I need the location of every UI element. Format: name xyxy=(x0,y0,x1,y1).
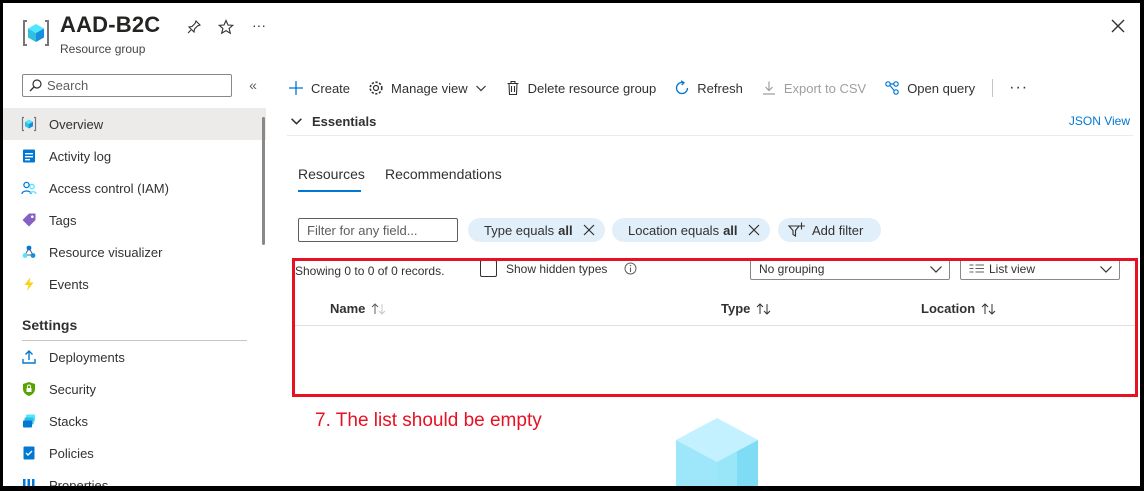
sidebar-item-label: Deployments xyxy=(49,349,125,365)
empty-state-cube-icon xyxy=(676,418,758,486)
sidebar: « Overview Activity log Access control (… xyxy=(3,69,268,486)
sidebar-item-security[interactable]: Security xyxy=(3,373,266,405)
gear-icon xyxy=(367,79,385,97)
sidebar-item-stacks[interactable]: Stacks xyxy=(3,405,266,437)
sidebar-item-policies[interactable]: Policies xyxy=(3,437,266,469)
query-icon xyxy=(883,79,901,97)
open-query-button[interactable]: Open query xyxy=(883,79,975,97)
more-options-button[interactable]: ··· xyxy=(249,15,269,35)
refresh-label: Refresh xyxy=(697,80,743,96)
sidebar-item-tags[interactable]: Tags xyxy=(3,204,266,236)
sidebar-item-label: Resource visualizer xyxy=(49,244,163,260)
page-subtitle: Resource group xyxy=(60,42,146,56)
create-label: Create xyxy=(311,80,351,96)
sidebar-item-access-control[interactable]: Access control (IAM) xyxy=(3,172,266,204)
more-commands-button[interactable]: ··· xyxy=(1009,79,1028,97)
json-view-link[interactable]: JSON View xyxy=(1069,114,1130,128)
add-filter-button[interactable]: Add filter xyxy=(778,218,882,242)
open-query-label: Open query xyxy=(907,80,976,96)
main-content: Create Manage view Delete resource group… xyxy=(287,69,1140,486)
sidebar-item-label: Tags xyxy=(49,212,77,228)
delete-label: Delete resource group xyxy=(527,80,657,96)
active-tab-indicator xyxy=(298,190,361,192)
people-icon xyxy=(20,179,38,197)
search-input[interactable] xyxy=(47,77,227,94)
collapse-sidebar-icon[interactable]: « xyxy=(245,77,261,93)
add-filter-icon xyxy=(788,222,805,237)
sidebar-item-resource-visualizer[interactable]: Resource visualizer xyxy=(3,236,266,268)
type-filter-pill[interactable]: Type equals all xyxy=(468,218,605,242)
sidebar-item-label: Overview xyxy=(49,116,104,132)
manage-view-button[interactable]: Manage view xyxy=(367,79,487,97)
sidebar-scrollbar[interactable] xyxy=(262,117,265,245)
command-bar: Create Manage view Delete resource group… xyxy=(287,74,1028,102)
tag-icon xyxy=(20,211,38,229)
sidebar-item-label: Access control (IAM) xyxy=(49,180,169,196)
annotation-highlight-box xyxy=(292,258,1138,397)
chevron-down-icon xyxy=(291,118,302,125)
resource-group-icon xyxy=(20,115,38,133)
page-title: AAD-B2C xyxy=(60,12,161,37)
sidebar-item-overview[interactable]: Overview xyxy=(3,108,266,140)
tab-resources[interactable]: Resources xyxy=(298,166,365,182)
sidebar-item-events[interactable]: Events xyxy=(3,268,266,300)
pill-label: Type equals xyxy=(484,222,555,238)
pill-value: all xyxy=(723,222,738,238)
portal-window: AAD-B2C Resource group ··· « Overview Ac… xyxy=(3,3,1140,486)
manage-view-label: Manage view xyxy=(391,80,468,96)
refresh-icon xyxy=(673,79,691,97)
export-csv-button[interactable]: Export to CSV xyxy=(760,79,866,97)
upload-icon xyxy=(20,348,38,366)
close-icon[interactable] xyxy=(1108,16,1128,36)
location-filter-pill[interactable]: Location equals all xyxy=(612,218,770,242)
sidebar-item-label: Policies xyxy=(49,445,94,461)
essentials-header[interactable]: Essentials JSON View xyxy=(287,112,1133,136)
pin-icon xyxy=(187,20,201,34)
essentials-label: Essentials xyxy=(312,114,377,129)
chevron-down-icon xyxy=(475,85,486,92)
properties-icon xyxy=(20,476,38,486)
trash-icon xyxy=(504,79,522,97)
shield-icon xyxy=(20,380,38,398)
toolbar-divider xyxy=(992,79,994,97)
sidebar-item-label: Activity log xyxy=(49,148,112,164)
sidebar-item-label: Stacks xyxy=(49,413,89,429)
sidebar-item-label: Properties xyxy=(49,477,109,487)
favorite-button[interactable] xyxy=(216,17,236,37)
annotation-text: 7. The list should be empty xyxy=(315,410,542,431)
close-icon[interactable] xyxy=(748,224,760,236)
create-button[interactable]: Create xyxy=(287,79,350,97)
star-icon xyxy=(218,19,234,35)
sidebar-item-label: Security xyxy=(49,381,96,397)
filter-input[interactable] xyxy=(298,218,458,242)
settings-section-header: Settings xyxy=(22,317,78,333)
activity-log-icon xyxy=(20,147,38,165)
export-label: Export to CSV xyxy=(783,80,867,96)
pill-label: Location equals xyxy=(628,222,720,238)
close-icon[interactable] xyxy=(583,224,595,236)
visualizer-icon xyxy=(20,243,38,261)
refresh-button[interactable]: Refresh xyxy=(673,79,743,97)
sidebar-item-properties[interactable]: Properties xyxy=(3,469,266,486)
sidebar-item-label: Events xyxy=(49,276,89,292)
sidebar-item-activity-log[interactable]: Activity log xyxy=(3,140,266,172)
delete-resource-group-button[interactable]: Delete resource group xyxy=(504,79,657,97)
tab-recommendations[interactable]: Recommendations xyxy=(385,166,502,182)
blade-header: AAD-B2C Resource group ··· xyxy=(3,3,1140,69)
sidebar-item-deployments[interactable]: Deployments xyxy=(3,341,266,373)
resource-group-icon xyxy=(23,20,49,46)
sidebar-search[interactable] xyxy=(22,74,232,97)
pin-button[interactable] xyxy=(184,17,204,37)
search-icon xyxy=(29,79,42,92)
plus-icon xyxy=(287,79,305,97)
pill-value: all xyxy=(558,222,573,238)
policy-icon xyxy=(20,444,38,462)
add-filter-label: Add filter xyxy=(812,222,864,238)
stacks-icon xyxy=(20,412,38,430)
download-icon xyxy=(760,79,778,97)
lightning-icon xyxy=(20,275,38,293)
